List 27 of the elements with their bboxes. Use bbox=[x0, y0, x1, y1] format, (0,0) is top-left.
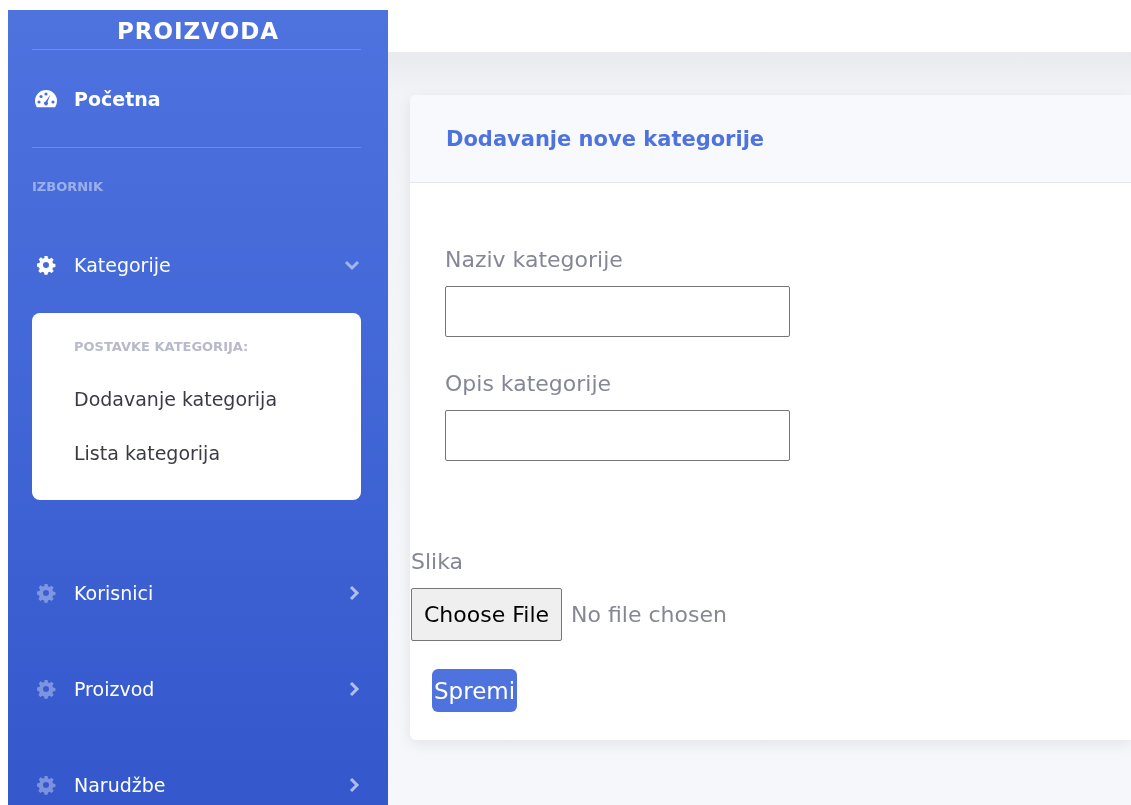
file-status: No file chosen bbox=[571, 602, 727, 627]
input-field[interactable] bbox=[445, 410, 790, 461]
submenu-link[interactable]: Dodavanje kategorija bbox=[32, 374, 361, 428]
gear-icon bbox=[36, 679, 56, 699]
brand-title: PROIZVODA bbox=[115, 17, 281, 46]
chevron-down-icon bbox=[344, 259, 360, 271]
submenu-heading: POSTAVKE KATEGORIJA: bbox=[73, 338, 250, 356]
gear-icon bbox=[36, 583, 56, 603]
nav-link[interactable]: Početna bbox=[32, 50, 364, 147]
card-title: Dodavanje nove kategorije bbox=[446, 126, 765, 151]
nav-menu-item[interactable]: Narudžbe bbox=[32, 737, 364, 805]
input-field[interactable] bbox=[445, 286, 790, 337]
submenu-link[interactable]: Lista kategorija bbox=[32, 428, 361, 482]
gear-icon bbox=[36, 775, 56, 795]
choose-file-button[interactable]: Choose File bbox=[411, 588, 563, 641]
field-label: Slika bbox=[411, 549, 465, 574]
speedometer-icon bbox=[34, 88, 58, 109]
save-button[interactable]: Spremi bbox=[432, 669, 518, 712]
nav-menu-item[interactable]: Kategorije bbox=[32, 217, 364, 313]
field-label: Opis kategorije bbox=[445, 371, 613, 396]
field-label: Naziv kategorije bbox=[445, 247, 624, 272]
chevron-right-icon bbox=[348, 681, 360, 697]
gear-icon bbox=[36, 255, 56, 275]
chevron-right-icon bbox=[348, 585, 360, 601]
nav-menu-item[interactable]: Proizvod bbox=[32, 641, 364, 737]
chevron-right-icon bbox=[348, 777, 360, 793]
nav-menu-item[interactable]: Korisnici bbox=[32, 545, 364, 641]
